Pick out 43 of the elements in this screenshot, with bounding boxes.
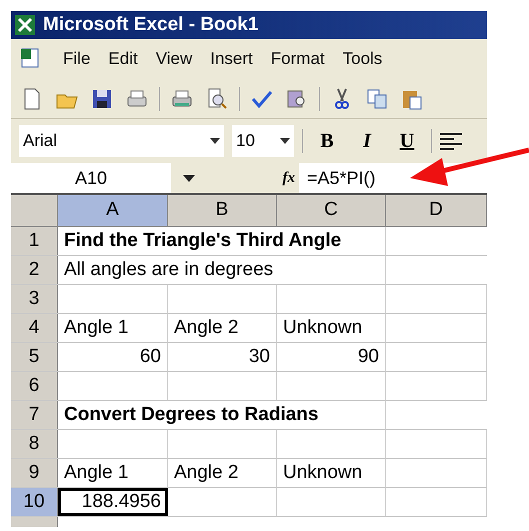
- row-header[interactable]: 4: [11, 314, 58, 342]
- table-cell: Angle 1: [58, 459, 168, 487]
- row-header[interactable]: 9: [11, 459, 58, 487]
- table-cell: 188.4956: [58, 488, 168, 516]
- table-cell: Unknown: [277, 459, 386, 487]
- function-label[interactable]: fx: [282, 166, 295, 190]
- row-header[interactable]: 5: [11, 343, 58, 371]
- dropdown-arrow-icon[interactable]: [183, 174, 195, 182]
- table-cell: Unknown: [277, 314, 386, 342]
- dropdown-arrow-icon[interactable]: [280, 138, 290, 144]
- menu-item[interactable]: Insert: [210, 46, 253, 72]
- font-size-field[interactable]: 10: [232, 125, 294, 157]
- menu-item[interactable]: Tools: [342, 46, 382, 72]
- spreadsheet-icon: [15, 15, 35, 35]
- bold-button[interactable]: B: [311, 126, 343, 156]
- table-cell: Convert Degrees to Radians: [58, 401, 386, 429]
- table-cell: Find the Triangle's Third Angle: [58, 227, 386, 255]
- row-header[interactable]: 7: [11, 401, 58, 429]
- row-header[interactable]: 8: [11, 430, 58, 458]
- name-box[interactable]: A10: [11, 163, 171, 193]
- table-cell: All angles are in degrees: [58, 256, 386, 284]
- font-field[interactable]: Arial: [19, 125, 224, 157]
- align-left-icon[interactable]: [440, 132, 462, 150]
- row-header[interactable]: 1: [11, 227, 58, 255]
- table-cell: Angle 2: [168, 314, 277, 342]
- dropdown-arrow-icon[interactable]: [210, 138, 220, 144]
- menu-item[interactable]: View: [156, 46, 192, 72]
- menu-item[interactable]: Format: [270, 46, 325, 72]
- row-header[interactable]: 6: [11, 372, 58, 400]
- row-header[interactable]: 2: [11, 256, 58, 284]
- underline-button[interactable]: U: [391, 126, 423, 156]
- italic-button[interactable]: I: [351, 126, 383, 156]
- table-cell: 60: [58, 343, 168, 371]
- table-cell: 90: [277, 343, 386, 371]
- column-header[interactable]: A: [58, 195, 168, 226]
- table-cell: 30: [168, 343, 277, 371]
- menu-item[interactable]: File: [63, 46, 90, 72]
- table-cell: Angle 2: [168, 459, 277, 487]
- row-header[interactable]: 10: [11, 488, 58, 516]
- row-header[interactable]: 3: [11, 285, 58, 313]
- menu-item[interactable]: Edit: [108, 46, 138, 72]
- window-title: Microsoft Excel - Book1: [43, 12, 258, 37]
- table-cell: Angle 1: [58, 314, 168, 342]
